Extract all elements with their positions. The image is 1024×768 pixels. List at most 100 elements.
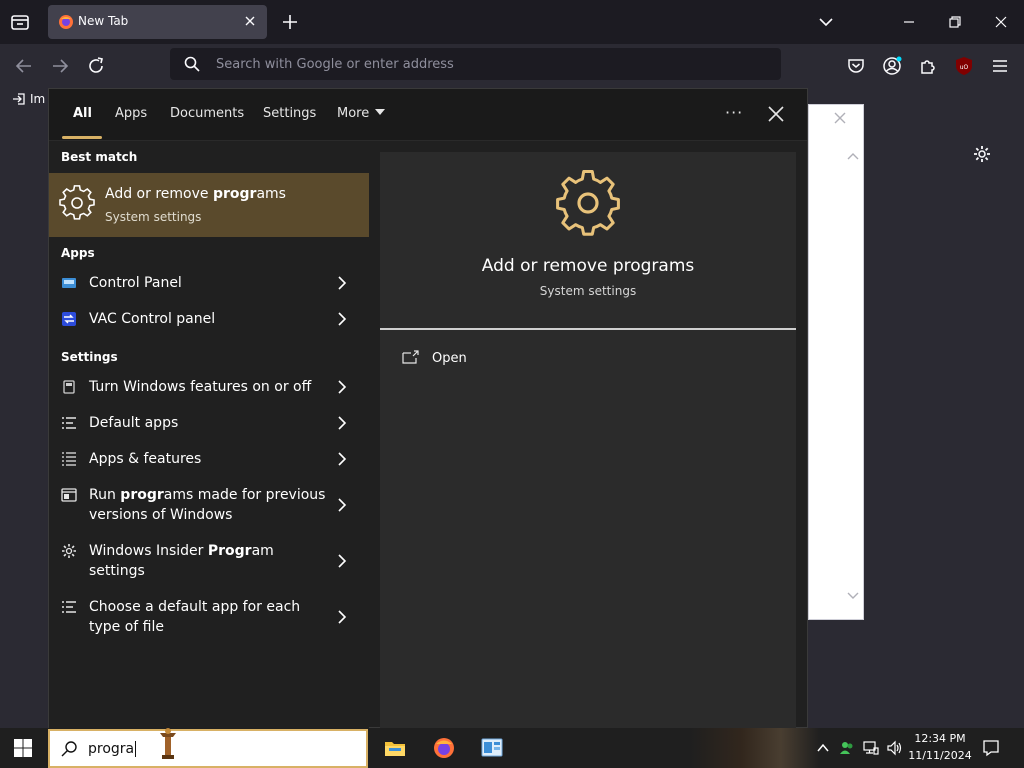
tab-more-label: More <box>337 106 370 121</box>
import-bookmarks-button[interactable]: Im <box>12 92 45 106</box>
scroll-up-chevron-icon[interactable] <box>847 151 859 161</box>
apps-features-icon <box>62 452 76 466</box>
control-panel-icon <box>62 278 76 288</box>
hamburger-menu-icon[interactable] <box>989 55 1011 77</box>
title-part: ams <box>256 186 286 202</box>
control-panel-taskbar-icon[interactable] <box>480 736 504 760</box>
browser-navbar: Search with Google or enter address uO <box>0 44 1024 88</box>
extensions-puzzle-icon[interactable] <box>917 55 939 77</box>
minimize-icon[interactable] <box>899 12 919 32</box>
windows-start-icon[interactable] <box>14 739 32 757</box>
windows-features-icon <box>63 380 75 394</box>
settings-gear-icon <box>59 185 95 220</box>
restore-icon[interactable] <box>945 12 965 32</box>
scroll-down-chevron-icon[interactable] <box>847 591 859 601</box>
chevron-right-icon[interactable] <box>337 554 347 568</box>
chevron-right-icon[interactable] <box>337 452 347 466</box>
tab-documents[interactable]: Documents <box>170 106 244 121</box>
result-vac-control-panel[interactable]: VAC Control panel <box>49 301 369 337</box>
new-tab-plus-icon[interactable] <box>280 12 300 32</box>
result-label: Turn Windows features on or off <box>89 377 329 397</box>
search-icon <box>61 741 77 757</box>
url-bar[interactable]: Search with Google or enter address <box>170 48 781 80</box>
chevron-right-icon[interactable] <box>337 276 347 290</box>
open-icon[interactable] <box>402 350 420 364</box>
tab-all[interactable]: All <box>73 106 92 121</box>
file-explorer-icon[interactable] <box>383 736 407 760</box>
chevron-right-icon[interactable] <box>337 416 347 430</box>
close-search-icon[interactable] <box>767 105 785 123</box>
search-filter-tabs: All Apps Documents Settings More ··· <box>49 89 807 141</box>
more-options-icon[interactable]: ··· <box>725 103 743 122</box>
people-tray-icon[interactable] <box>839 740 855 756</box>
search-highlight-illustration-icon <box>160 728 176 759</box>
tab-apps[interactable]: Apps <box>115 106 147 121</box>
clock-date[interactable]: 11/11/2024 <box>900 749 980 762</box>
browser-tabbar: New Tab <box>0 0 1024 44</box>
result-windows-insider[interactable]: Windows Insider Program settings <box>49 533 369 589</box>
result-default-app-file-type[interactable]: Choose a default app for each type of fi… <box>49 589 369 645</box>
chevron-right-icon[interactable] <box>337 380 347 394</box>
tab-more[interactable]: More <box>337 106 386 121</box>
best-match-title: Add or remove programs <box>105 186 286 202</box>
pocket-icon[interactable] <box>845 55 867 77</box>
tab-title: New Tab <box>78 14 129 28</box>
account-icon[interactable] <box>881 55 903 77</box>
best-match-subtitle: System settings <box>105 210 202 224</box>
clock-time[interactable]: 12:34 PM <box>900 732 980 745</box>
import-icon <box>13 93 25 105</box>
label-part: Choose a default app for each type of fi… <box>89 599 301 635</box>
label-part: Windows Insider <box>89 543 208 559</box>
import-bookmarks-label: Im <box>30 92 46 106</box>
preview-divider <box>380 328 796 330</box>
result-control-panel[interactable]: Control Panel <box>49 265 369 301</box>
result-apps-features[interactable]: Apps & features <box>49 441 369 477</box>
list-all-tabs-chevron-icon[interactable] <box>816 12 836 32</box>
chevron-right-icon[interactable] <box>337 610 347 624</box>
chevron-right-icon[interactable] <box>337 312 347 326</box>
forward-arrow-icon[interactable] <box>49 55 71 77</box>
chevron-right-icon[interactable] <box>337 498 347 512</box>
ublock-origin-icon[interactable]: uO <box>953 55 975 77</box>
preview-subtitle: System settings <box>539 284 637 298</box>
result-windows-features[interactable]: Turn Windows features on or off <box>49 369 369 405</box>
result-compatibility[interactable]: Run programs made for previous versions … <box>49 477 369 533</box>
compatibility-icon <box>61 488 77 502</box>
title-part: Add or remove <box>105 186 213 202</box>
notification-center-icon[interactable] <box>982 739 1000 757</box>
result-label: Apps & features <box>89 449 329 469</box>
reload-icon[interactable] <box>85 55 107 77</box>
tab-new-tab[interactable]: New Tab <box>48 5 267 39</box>
apps-header: Apps <box>61 246 95 260</box>
open-action[interactable]: Open <box>432 351 467 366</box>
back-arrow-icon[interactable] <box>13 55 35 77</box>
vac-control-panel-icon <box>62 312 76 326</box>
taskbar-search-box[interactable]: progra <box>48 728 368 768</box>
result-label: VAC Control panel <box>89 311 216 327</box>
settings-gear-icon <box>556 170 620 236</box>
search-query-text[interactable]: progra <box>88 741 137 757</box>
tab-list-icon[interactable] <box>8 10 32 34</box>
label-part: Default apps <box>89 415 179 431</box>
caret-down-icon <box>375 109 386 115</box>
personalize-gear-icon[interactable] <box>972 144 992 164</box>
windows-search-panel: All Apps Documents Settings More ··· Bes… <box>48 88 808 729</box>
default-apps-icon <box>62 601 76 613</box>
url-placeholder: Search with Google or enter address <box>216 57 454 72</box>
result-label: Default apps <box>89 413 329 433</box>
label-part: Turn Windows features on or off <box>89 379 312 395</box>
active-tab-indicator <box>62 136 102 139</box>
title-highlight: progr <box>212 186 257 202</box>
close-window-icon[interactable] <box>991 12 1011 32</box>
tab-settings[interactable]: Settings <box>263 106 316 121</box>
firefox-taskbar-icon[interactable] <box>432 736 456 760</box>
best-match-result[interactable]: Add or remove programs System settings <box>49 173 369 237</box>
label-highlight: Progr <box>207 543 252 559</box>
network-icon[interactable] <box>863 740 879 756</box>
show-hidden-icons-chevron-icon[interactable] <box>815 740 831 756</box>
popup-close-icon[interactable] <box>833 111 847 125</box>
best-match-header: Best match <box>61 150 138 164</box>
result-default-apps[interactable]: Default apps <box>49 405 369 441</box>
windows-taskbar: progra 12:34 PM 11/11/2024 <box>0 728 1024 768</box>
close-tab-icon[interactable] <box>243 14 257 28</box>
